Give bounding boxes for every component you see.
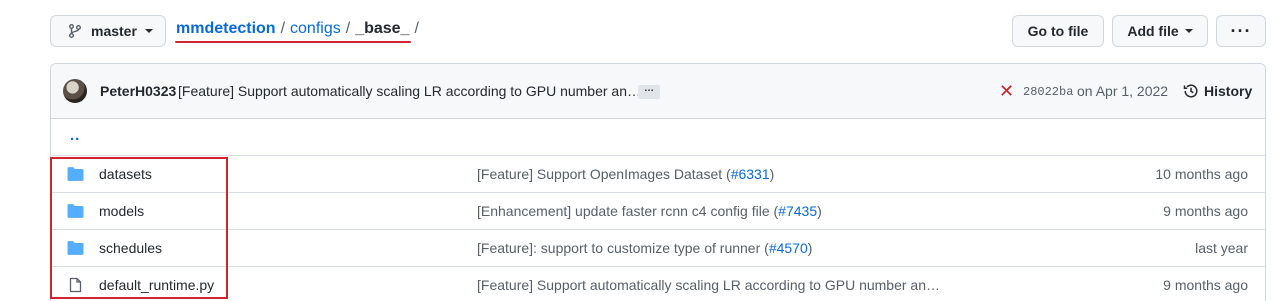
parent-directory-link[interactable]: .. [70,127,80,144]
chevron-down-icon [144,29,153,33]
add-file-label: Add file [1127,23,1179,39]
breadcrumb-configs-link[interactable]: configs [290,20,341,38]
parent-directory-row[interactable]: .. [51,119,1265,155]
file-navigation: master mmdetection / configs / _base_ / … [0,0,1284,62]
avatar[interactable] [63,79,87,103]
history-icon [1183,84,1198,98]
expand-commit-button[interactable]: … [638,84,660,99]
commit-message: [Feature] Support OpenImages Dataset (#6… [477,166,774,182]
commit-age: last year [1195,240,1248,256]
commit-message-text: ) [807,240,813,256]
annotation-underline [175,41,411,43]
more-options-button[interactable]: ··· [1216,15,1266,47]
add-file-button[interactable]: Add file [1112,15,1208,47]
commit-message-link[interactable]: [Feature] Support automatically scaling … [178,83,641,99]
pull-request-link[interactable]: #7435 [778,203,817,219]
commit-message: [Enhancement] update faster rcnn c4 conf… [477,203,822,219]
kebab-icon: ··· [1230,20,1252,41]
history-link[interactable]: History [1183,83,1252,99]
pull-request-link[interactable]: #6331 [731,166,770,182]
table-row[interactable]: default_runtime.py [Feature] Support aut… [51,266,1265,301]
breadcrumb-separator: / [414,20,419,37]
branch-select-button[interactable]: master [50,15,166,47]
git-branch-icon [69,24,81,38]
chevron-down-icon [1184,29,1193,33]
commit-message-text[interactable]: [Feature]: support to customize type of … [477,240,769,256]
commit-message-text: ) [769,166,775,182]
commit-age: 9 months ago [1163,277,1248,293]
commit-message: [Feature]: support to customize type of … [477,240,812,256]
x-icon[interactable]: ✕ [999,81,1014,102]
go-to-file-label: Go to file [1027,23,1089,39]
go-to-file-button[interactable]: Go to file [1012,15,1104,47]
branch-name: master [91,23,137,39]
commit-age: 10 months ago [1155,166,1248,182]
file-list-box: PeterH0323 [Feature] Support automatical… [50,63,1266,301]
commit-message-text[interactable]: [Feature] Support automatically scaling … [477,277,940,293]
commit-sha-link[interactable]: 28022ba [1023,85,1073,99]
breadcrumb-repo-link[interactable]: mmdetection [176,20,276,38]
table-row[interactable]: schedules [Feature]: support to customiz… [51,229,1265,266]
commit-message-text[interactable]: [Feature] Support OpenImages Dataset ( [477,166,731,182]
table-row[interactable]: models [Enhancement] update faster rcnn … [51,192,1265,229]
breadcrumb-current: _base_ [355,20,410,37]
pull-request-link[interactable]: #4570 [769,240,808,256]
breadcrumb: mmdetection / configs / _base_ / [176,20,424,38]
breadcrumb-separator: / [280,20,286,37]
annotation-highlight-box [50,157,228,299]
commit-author-link[interactable]: PeterH0323 [100,83,176,99]
commit-age: 9 months ago [1163,203,1248,219]
commit-date: on Apr 1, 2022 [1077,83,1169,99]
history-label: History [1204,83,1253,99]
commit-message: [Feature] Support automatically scaling … [477,277,940,293]
table-row[interactable]: datasets [Feature] Support OpenImages Da… [51,155,1265,192]
latest-commit-bar: PeterH0323 [Feature] Support automatical… [51,64,1265,119]
breadcrumb-separator: / [345,20,351,37]
commit-message-text: ) [817,203,822,219]
commit-message-text[interactable]: [Enhancement] update faster rcnn c4 conf… [477,203,778,219]
